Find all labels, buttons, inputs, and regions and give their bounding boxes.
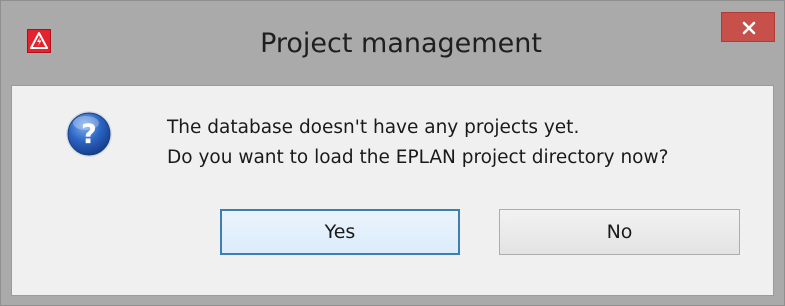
- window-title: Project management: [260, 28, 542, 59]
- question-icon: ?: [64, 109, 114, 159]
- close-icon: [742, 21, 756, 35]
- title-bar[interactable]: Project management: [1, 1, 784, 85]
- yes-button[interactable]: Yes: [220, 209, 460, 255]
- dialog-content: ? The database doesn't have any projects…: [11, 85, 774, 296]
- project-management-dialog: Project management ? The database doesn'…: [0, 0, 785, 306]
- svg-text:?: ?: [81, 119, 97, 150]
- message-line-2: Do you want to load the EPLAN project di…: [167, 147, 669, 168]
- close-button[interactable]: [721, 12, 775, 42]
- no-button[interactable]: No: [499, 209, 740, 255]
- message-line-1: The database doesn't have any projects y…: [167, 117, 580, 138]
